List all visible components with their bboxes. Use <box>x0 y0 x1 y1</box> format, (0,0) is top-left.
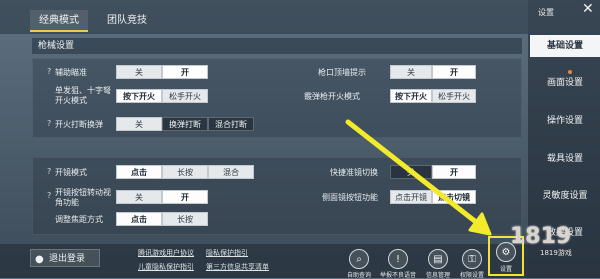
watermark-logo: 1819 1819游戏 <box>510 224 572 257</box>
